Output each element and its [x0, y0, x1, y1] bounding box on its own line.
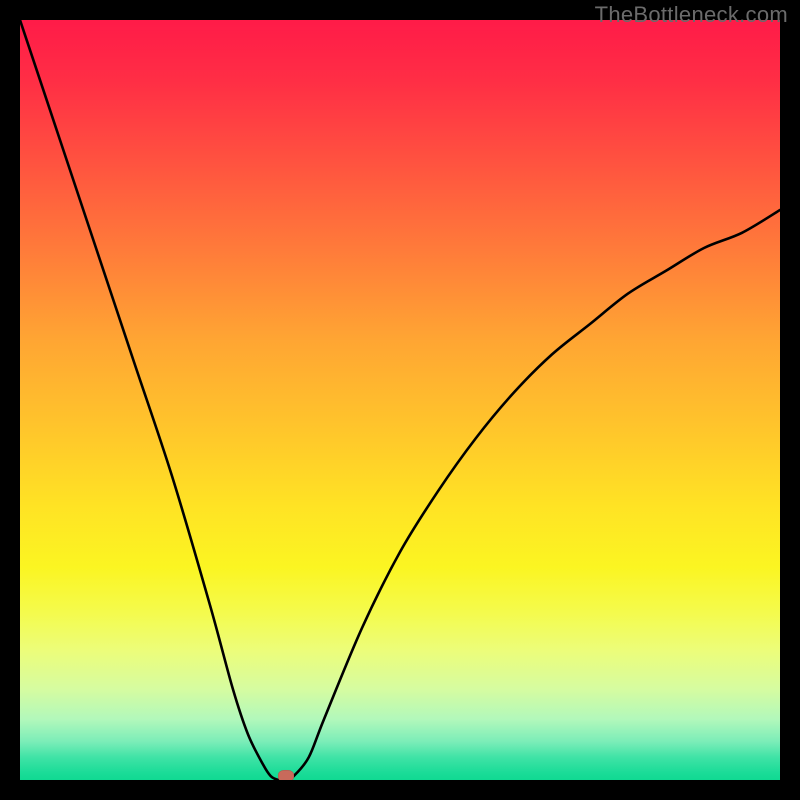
watermark-text: TheBottleneck.com [595, 2, 788, 28]
plot-area [20, 20, 780, 780]
optimum-marker [278, 770, 294, 780]
chart-frame: TheBottleneck.com [0, 0, 800, 800]
bottleneck-curve [20, 20, 780, 780]
